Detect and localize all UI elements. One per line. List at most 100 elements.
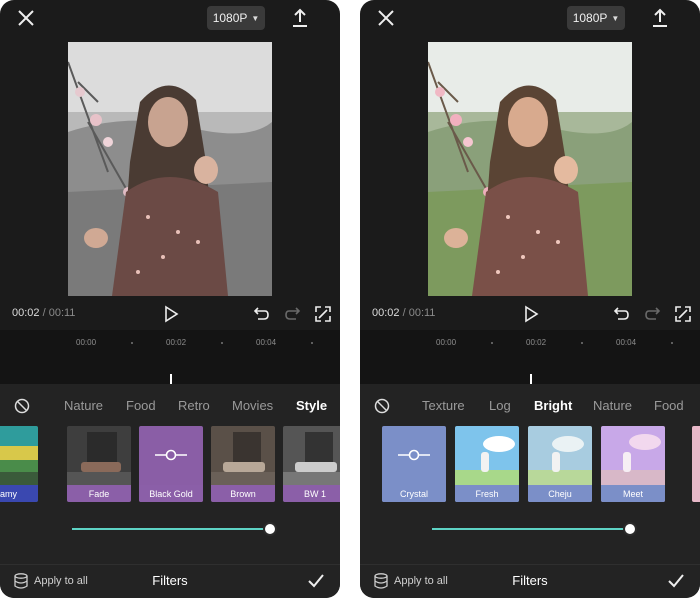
undo-icon — [613, 307, 629, 320]
filter-label: Cheju — [528, 485, 592, 502]
filter-panel: Nature Food Retro Movies Style eamy Fade… — [0, 384, 340, 598]
undo-button[interactable] — [612, 305, 630, 323]
redo-icon — [645, 307, 661, 320]
undo-icon — [253, 307, 269, 320]
filter-label: Crystal — [382, 485, 446, 502]
playhead[interactable] — [530, 374, 532, 384]
filter-thumb-cheju[interactable]: Cheju — [528, 426, 592, 502]
filter-label: Brown — [211, 485, 275, 502]
tab-food[interactable]: Food — [126, 398, 156, 413]
panel-title: Filters — [152, 573, 188, 588]
top-bar: 1080P ▼ — [0, 0, 340, 36]
time-total: / 00:11 — [42, 307, 76, 319]
filter-category-tabs: Texture Log Bright Nature Food — [360, 396, 700, 416]
top-bar: 1080P ▼ — [360, 0, 700, 36]
phone-screen-left: 1080P ▼ 00:02 / 00:11 00:00 00:02 00:04 … — [0, 0, 340, 598]
play-button[interactable] — [162, 304, 180, 324]
export-icon — [293, 8, 307, 27]
filter-label: Black Gold — [139, 485, 203, 502]
filter-label: eamy — [0, 485, 38, 502]
chevron-down-icon: ▼ — [611, 13, 620, 23]
fullscreen-button[interactable] — [674, 305, 692, 323]
resolution-label: 1080P — [212, 11, 248, 25]
play-icon — [165, 305, 179, 323]
video-preview[interactable] — [0, 36, 340, 300]
intensity-slider-track[interactable] — [432, 528, 630, 530]
tab-texture[interactable]: Texture — [422, 398, 465, 413]
tab-log[interactable]: Log — [489, 398, 511, 413]
export-button[interactable] — [648, 6, 672, 30]
video-preview[interactable] — [360, 36, 700, 300]
tick-label: 00:00 — [436, 338, 457, 347]
resolution-button[interactable]: 1080P ▼ — [207, 6, 265, 30]
timeline[interactable]: 00:00 00:02 00:04 — [0, 330, 340, 384]
filter-label: Fresh — [455, 485, 519, 502]
tab-retro[interactable]: Retro — [178, 398, 210, 413]
tick-label: 00:02 — [526, 338, 547, 347]
filter-thumb-partial[interactable] — [692, 426, 700, 502]
bottom-bar: Apply to all Filters — [0, 564, 340, 598]
fullscreen-icon — [675, 306, 691, 322]
bottom-bar: Apply to all Filters — [360, 564, 700, 598]
no-filter-icon[interactable] — [14, 398, 30, 414]
tab-food[interactable]: Food — [654, 398, 684, 413]
filter-thumb-crystal[interactable]: Crystal — [382, 426, 446, 502]
intensity-slider-knob[interactable] — [263, 522, 277, 536]
redo-icon — [285, 307, 301, 320]
playback-controls: 00:02 / 00:11 — [0, 300, 340, 328]
filter-thumb-dreamy[interactable]: eamy — [0, 426, 38, 502]
tab-nature[interactable]: Nature — [593, 398, 632, 413]
check-icon — [668, 574, 684, 588]
intensity-slider-knob[interactable] — [623, 522, 637, 536]
tick-label: 00:02 — [166, 338, 187, 347]
filter-thumb-brown[interactable]: Brown — [211, 426, 275, 502]
redo-button[interactable] — [644, 305, 662, 323]
tab-bright[interactable]: Bright — [534, 398, 572, 413]
undo-button[interactable] — [252, 305, 270, 323]
slider-adjust-icon — [398, 449, 430, 461]
panel-title: Filters — [512, 573, 548, 588]
filter-thumb-fresh[interactable]: Fresh — [455, 426, 519, 502]
resolution-button[interactable]: 1080P ▼ — [567, 6, 625, 30]
tick-dot — [311, 342, 313, 344]
confirm-button[interactable] — [666, 571, 686, 591]
preview-photo — [428, 42, 632, 296]
filter-panel: Texture Log Bright Nature Food Crystal F… — [360, 384, 700, 598]
close-icon — [378, 10, 394, 26]
confirm-button[interactable] — [306, 571, 326, 591]
fullscreen-button[interactable] — [314, 305, 332, 323]
play-icon — [525, 305, 539, 323]
close-button[interactable] — [374, 6, 398, 30]
filter-thumb-black-gold[interactable]: Black Gold — [139, 426, 203, 502]
tick-dot — [131, 342, 133, 344]
phone-screen-right: 1080P ▼ 00:02 / 00:11 00:00 00:02 00:04 … — [360, 0, 700, 598]
export-button[interactable] — [288, 6, 312, 30]
filter-thumb-bw1[interactable]: BW 1 — [283, 426, 340, 502]
tab-style[interactable]: Style — [296, 398, 327, 413]
tab-movies[interactable]: Movies — [232, 398, 273, 413]
resolution-label: 1080P — [572, 11, 608, 25]
tab-nature[interactable]: Nature — [64, 398, 103, 413]
chevron-down-icon: ▼ — [251, 13, 260, 23]
time-readout: 00:02 / 00:11 — [12, 307, 75, 319]
intensity-slider-track[interactable] — [72, 528, 270, 530]
tick-dot — [671, 342, 673, 344]
close-button[interactable] — [14, 6, 38, 30]
filter-label: Meet — [601, 485, 665, 502]
play-button[interactable] — [522, 304, 540, 324]
time-current: 00:02 — [12, 307, 40, 319]
filter-label: BW 1 — [283, 485, 340, 502]
time-current: 00:02 — [372, 307, 400, 319]
check-icon — [308, 574, 324, 588]
playhead[interactable] — [170, 374, 172, 384]
redo-button[interactable] — [284, 305, 302, 323]
tick-dot — [491, 342, 493, 344]
tick-label: 00:00 — [76, 338, 97, 347]
time-readout: 00:02 / 00:11 — [372, 307, 435, 319]
tick-dot — [581, 342, 583, 344]
close-icon — [18, 10, 34, 26]
timeline[interactable]: 00:00 00:02 00:04 — [360, 330, 700, 384]
filter-thumb-meet[interactable]: Meet — [601, 426, 665, 502]
no-filter-icon[interactable] — [374, 398, 390, 414]
filter-thumb-fade[interactable]: Fade — [67, 426, 131, 502]
